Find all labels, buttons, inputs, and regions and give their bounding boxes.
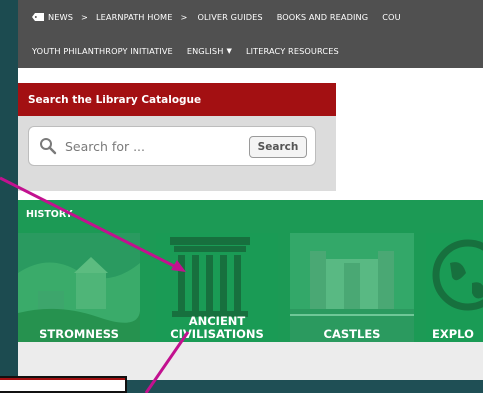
nav-item-learnpath-home-label: LEARNPATH HOME: [95, 12, 173, 22]
tile-label: ANCIENT CIVILISATIONS: [156, 315, 278, 341]
nav-item-youth-philanthropy[interactable]: YOUTH PHILANTHROPY INITIATIVE: [32, 46, 173, 56]
nav-item-news-label: NEWS: [48, 12, 73, 22]
tile-label: EXPLO: [432, 327, 474, 341]
history-tile-stromness[interactable]: STROMNESS: [18, 233, 140, 343]
history-tile-ancient-civilisations[interactable]: ANCIENT CIVILISATIONS: [156, 233, 278, 343]
page-lower-area: [18, 342, 483, 380]
nav-item-books-and-reading-label: BOOKS AND READING: [276, 12, 369, 22]
tile-label-line2: CIVILISATIONS: [170, 327, 264, 341]
nav-item-cou-label: COU: [382, 12, 401, 22]
nav-item-cou[interactable]: COU: [382, 12, 400, 22]
nav-item-english-label: ENGLISH: [186, 46, 224, 56]
search-field: Search: [28, 126, 316, 166]
nav-row-secondary: YOUTH PHILANTHROPY INITIATIVE ENGLISH ▼ …: [18, 34, 483, 68]
nav-item-news[interactable]: NEWS: [32, 12, 73, 22]
caret-down-icon: ▼: [226, 47, 232, 55]
nav-separator: >: [180, 12, 188, 22]
nav-item-learnpath-home[interactable]: LEARNPATH HOME >: [96, 12, 196, 22]
tile-label: CASTLES: [323, 327, 381, 341]
catalogue-search-title: Search the Library Catalogue: [18, 83, 336, 116]
nav-item-english-dropdown[interactable]: ENGLISH ▼: [187, 46, 232, 56]
frame-border: [0, 0, 18, 393]
tile-label: STROMNESS: [39, 327, 119, 341]
nav-item-youth-philanthropy-label: YOUTH PHILANTHROPY INITIATIVE: [32, 46, 173, 56]
nav-item-literacy-resources[interactable]: LITERACY RESOURCES: [246, 46, 339, 56]
red-bar-inner: [0, 380, 125, 391]
red-bar: [0, 376, 127, 393]
nav-separator: >: [81, 12, 88, 22]
tag-icon: [32, 13, 44, 21]
search-button[interactable]: Search: [249, 136, 307, 158]
search-input[interactable]: [65, 138, 235, 154]
catalogue-search-panel: Search the Library Catalogue Search: [18, 83, 336, 191]
nav-item-literacy-resources-label: LITERACY RESOURCES: [245, 46, 339, 56]
nav-item-oliver-guides[interactable]: OLIVER GUIDES: [197, 12, 262, 22]
top-nav: NEWS > LEARNPATH HOME > OLIVER GUIDES BO…: [18, 0, 483, 68]
search-icon: [40, 138, 57, 155]
nav-row-primary: NEWS > LEARNPATH HOME > OLIVER GUIDES BO…: [18, 0, 483, 34]
history-tile-exploration[interactable]: EXPLO: [426, 233, 483, 343]
history-tile-castles[interactable]: CASTLES: [290, 233, 414, 343]
history-section: HISTORY STROMNESS ANCIENT CIVILISATIONS …: [18, 200, 483, 343]
nav-item-oliver-guides-label: OLIVER GUIDES: [197, 12, 263, 22]
history-title: HISTORY: [26, 209, 73, 220]
page: NEWS > LEARNPATH HOME > OLIVER GUIDES BO…: [18, 0, 483, 380]
nav-item-books-and-reading[interactable]: BOOKS AND READING: [277, 12, 369, 22]
